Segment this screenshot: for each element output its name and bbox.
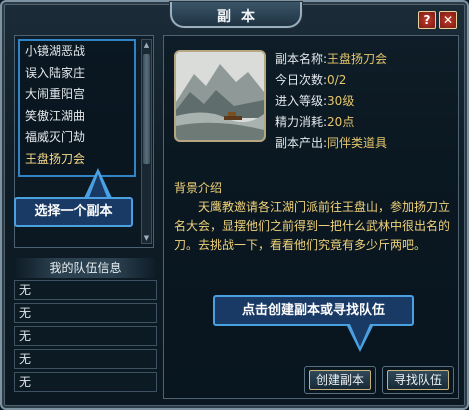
dungeon-item[interactable]: 大闹重阳宫 [20, 84, 134, 106]
stat-name: 副本名称:王盘扬刀会 [275, 50, 387, 67]
dungeon-window: 副本 ? ✕ 小镜湖恶战 误入陆家庄 大闹重阳宫 笑傲江湖曲 福威灭门劫 王盘扬… [0, 0, 469, 410]
stat-level-value: 30级 [327, 94, 355, 108]
create-or-find-tip: 点击创建副本或寻找队伍 [213, 295, 414, 326]
create-dungeon-button[interactable]: 创建副本 [309, 370, 371, 390]
dungeon-item[interactable]: 误入陆家庄 [20, 63, 134, 85]
team-slot: 无 [14, 372, 157, 392]
find-team-button[interactable]: 寻找队伍 [387, 370, 449, 390]
background-text: 天鹰教邀请各江湖门派前往王盘山，参加扬刀立名大会，显摆他们之前得到一把什么武林中… [174, 200, 451, 252]
landscape-image [176, 52, 264, 140]
dungeon-item[interactable]: 笑傲江湖曲 [20, 106, 134, 128]
close-button[interactable]: ✕ [439, 11, 457, 29]
stat-count-label: 今日次数: [275, 73, 328, 87]
stat-name-value: 王盘扬刀会 [327, 52, 388, 66]
window-title: 副本 [217, 9, 265, 25]
stat-output-label: 副本产出: [275, 136, 328, 150]
stat-count-value: 0/2 [327, 73, 347, 87]
stat-name-label: 副本名称: [275, 52, 328, 66]
stat-energy-label: 精力消耗: [275, 115, 328, 129]
dungeon-item-selected[interactable]: 王盘扬刀会 [20, 149, 134, 171]
stat-count: 今日次数:0/2 [275, 71, 346, 88]
stat-energy: 精力消耗:20点 [275, 113, 354, 130]
stat-level: 进入等级:30级 [275, 92, 354, 109]
background-title: 背景介绍 [174, 181, 223, 195]
tip-arrow-inner [350, 324, 370, 347]
dungeon-item[interactable]: 小镜湖恶战 [20, 41, 134, 63]
scroll-down-icon[interactable]: ▼ [142, 233, 151, 243]
select-dungeon-tip: 选择一个副本 [14, 197, 133, 227]
stat-output: 副本产出:同伴类道具 [275, 134, 387, 151]
team-slot: 无 [14, 280, 157, 300]
stat-energy-value: 20点 [327, 115, 355, 129]
dungeon-portrait [174, 50, 266, 142]
scroll-thumb[interactable] [143, 54, 150, 164]
title-plate: 副本 [170, 2, 302, 28]
dungeon-list: 小镜湖恶战 误入陆家庄 大闹重阳宫 笑傲江湖曲 福威灭门劫 王盘扬刀会 [18, 39, 136, 177]
team-slot: 无 [14, 326, 157, 346]
dungeon-item[interactable]: 福威灭门劫 [20, 127, 134, 149]
team-slot: 无 [14, 349, 157, 369]
team-info-header: 我的队伍信息 [14, 258, 157, 278]
stat-output-value: 同伴类道具 [327, 136, 388, 150]
dungeon-list-scrollbar[interactable]: ▲ ▼ [141, 39, 152, 244]
team-slot: 无 [14, 303, 157, 323]
stat-level-label: 进入等级: [275, 94, 328, 108]
help-button[interactable]: ? [418, 11, 436, 29]
scroll-up-icon[interactable]: ▲ [142, 40, 151, 50]
